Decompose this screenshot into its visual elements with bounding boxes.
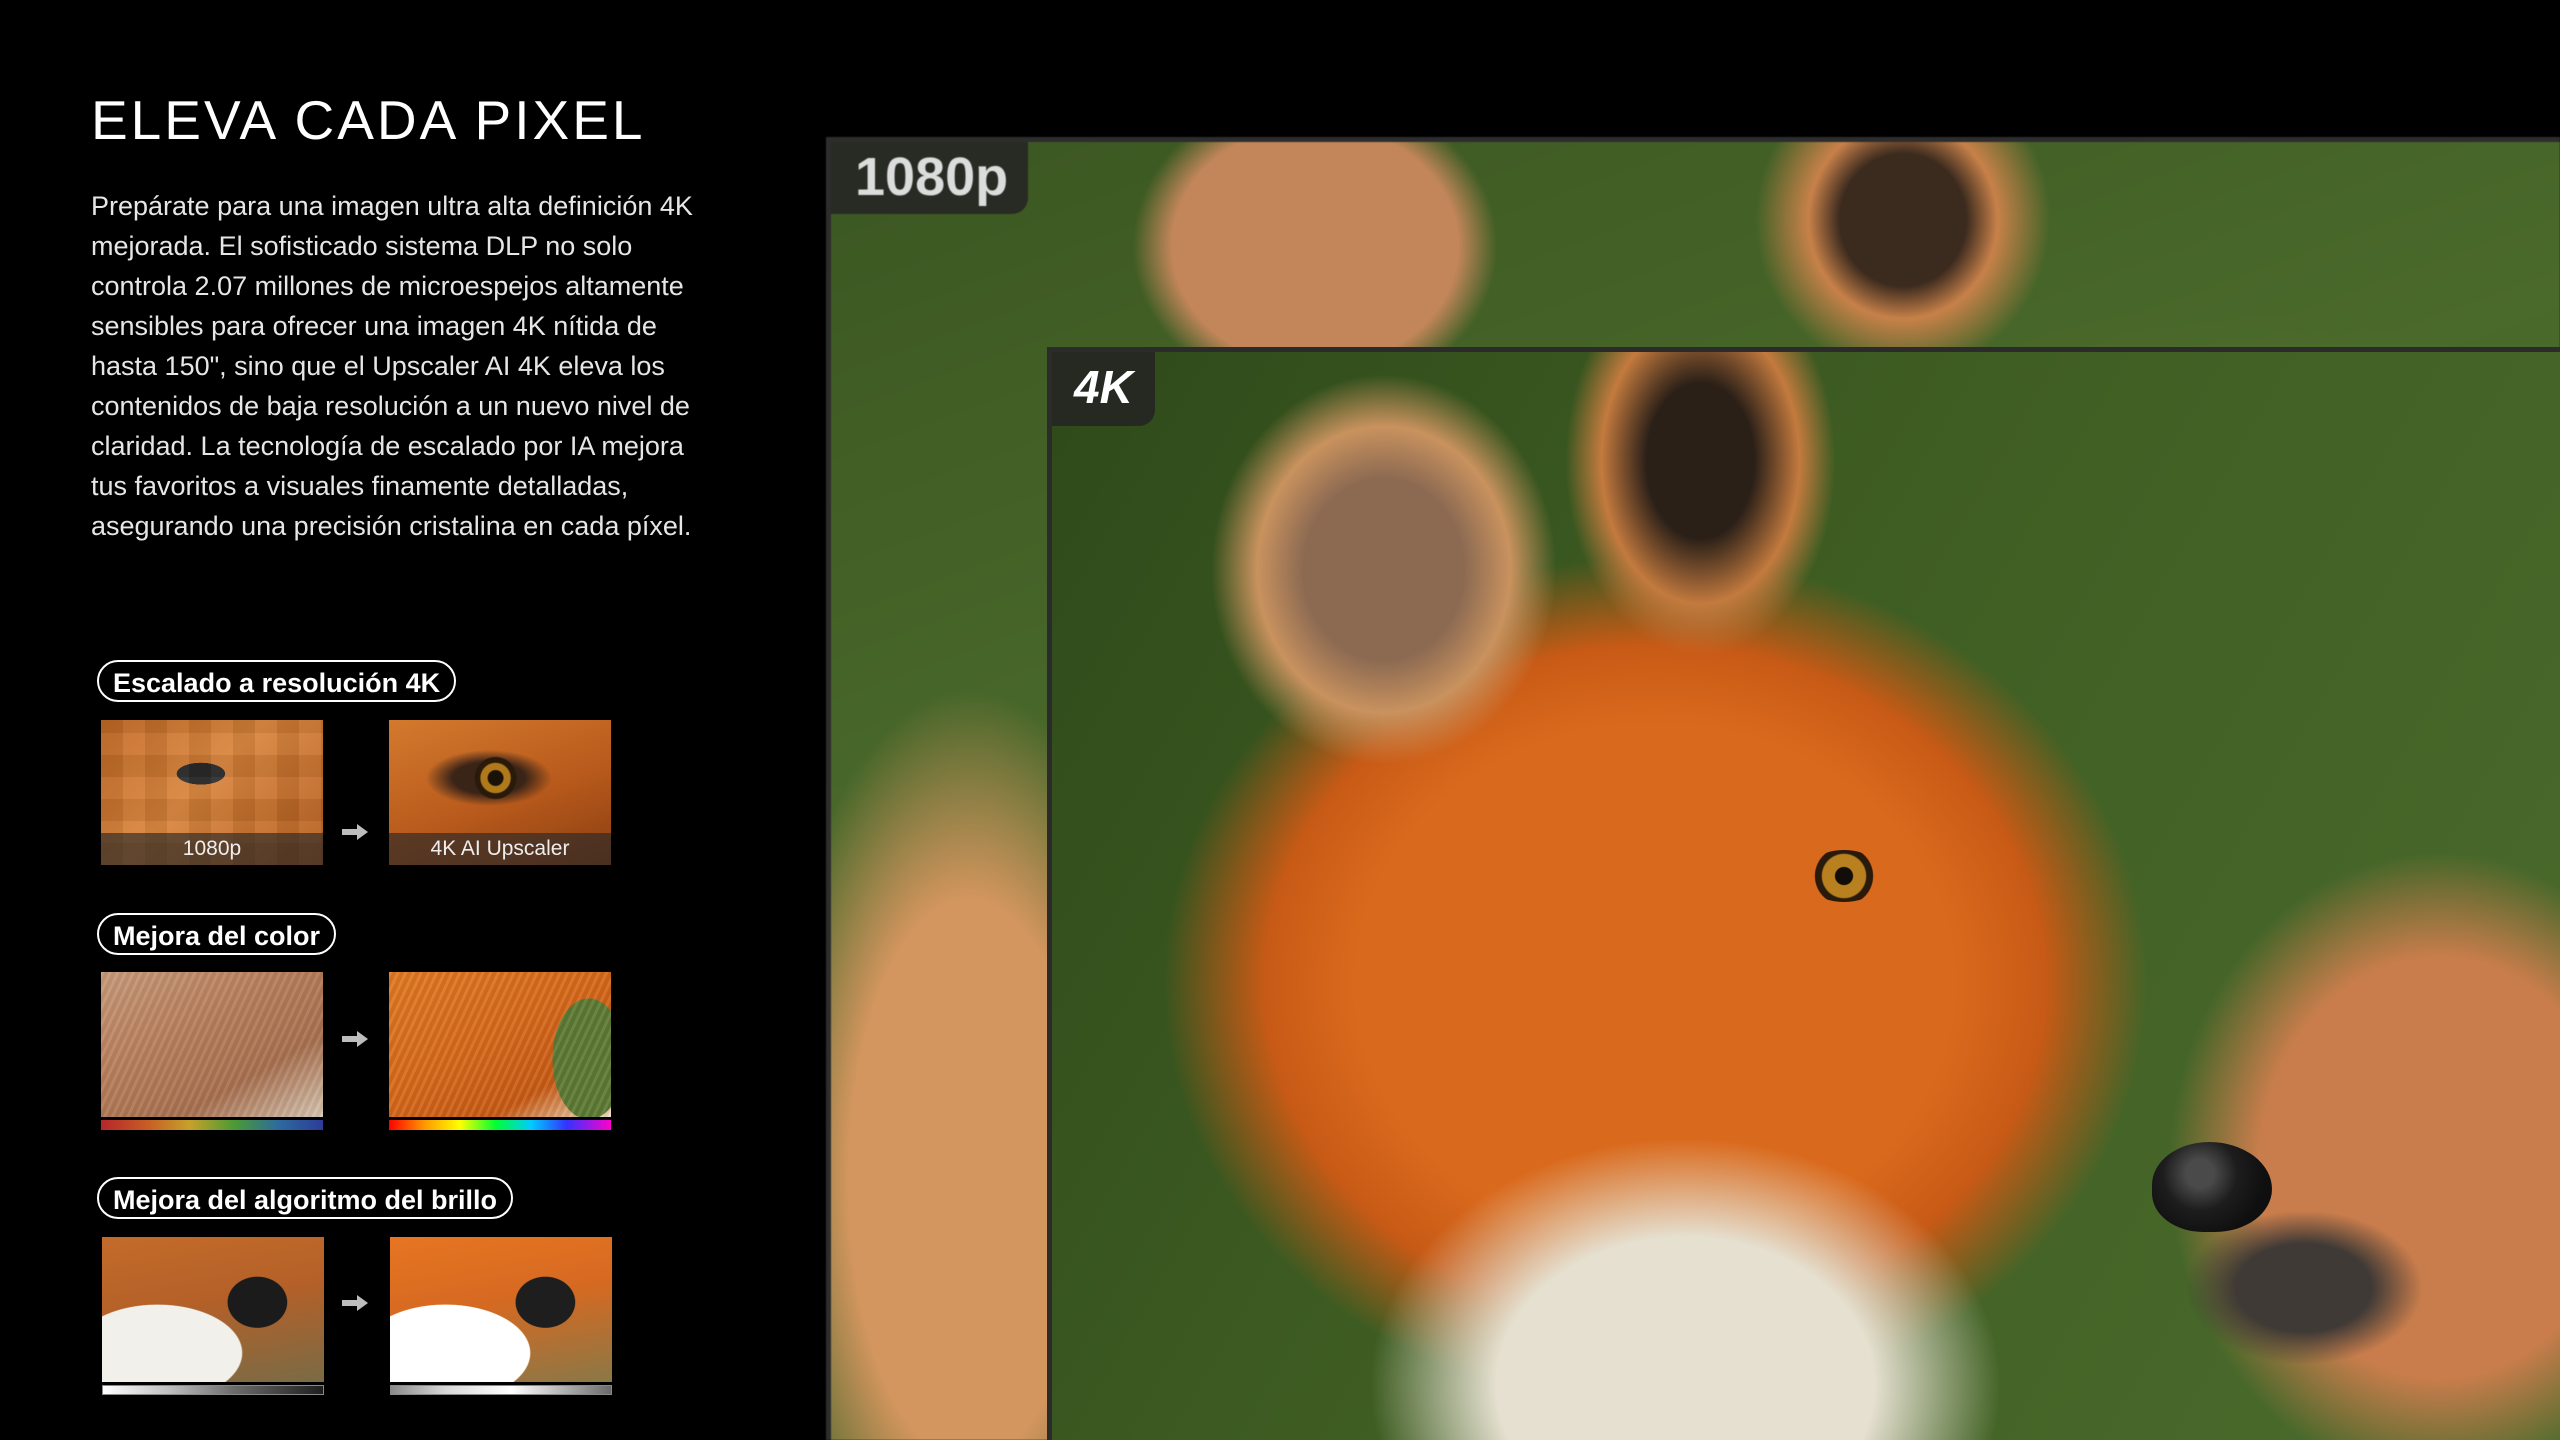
thumb-caption-4k: 4K AI Upscaler [389,833,611,865]
page: ELEVA CADA PIXEL Prepárate para una imag… [0,0,2560,1440]
thumb-brightness-after [390,1237,612,1382]
feature-label-color: Mejora del color [97,913,337,955]
thumb-4k-eye: 4K AI Upscaler [389,720,611,865]
page-title: ELEVA CADA PIXEL [91,89,646,151]
arrow-right-icon [342,1031,368,1047]
badge-1080p: 1080p [831,142,1029,214]
thumb-caption-1080p: 1080p [101,833,323,865]
arrow-right-icon [342,824,368,840]
brightness-bar-before [102,1385,324,1395]
feature-label-brightness: Mejora del algoritmo del brillo [97,1177,514,1219]
brightness-bar-after [390,1385,612,1395]
feature-label-upscaling: Escalado a resolución 4K [97,660,457,702]
fox-eye [1804,850,1884,902]
intro-description: Prepárate para una imagen ultra alta def… [91,191,693,541]
thumb-brightness-before [102,1237,324,1382]
arrow-right-icon [342,1295,368,1311]
color-spectrum-bar-after [389,1120,611,1130]
thumb-color-after [389,972,611,1117]
badge-4k: 4K [1052,352,1155,426]
fox-nose [2152,1142,2272,1232]
thumb-color-before [101,972,323,1117]
thumb-1080p-eye: 1080p [101,720,323,865]
color-spectrum-bar-before [101,1120,323,1130]
hero-image-4k: 4K [1047,347,2560,1440]
